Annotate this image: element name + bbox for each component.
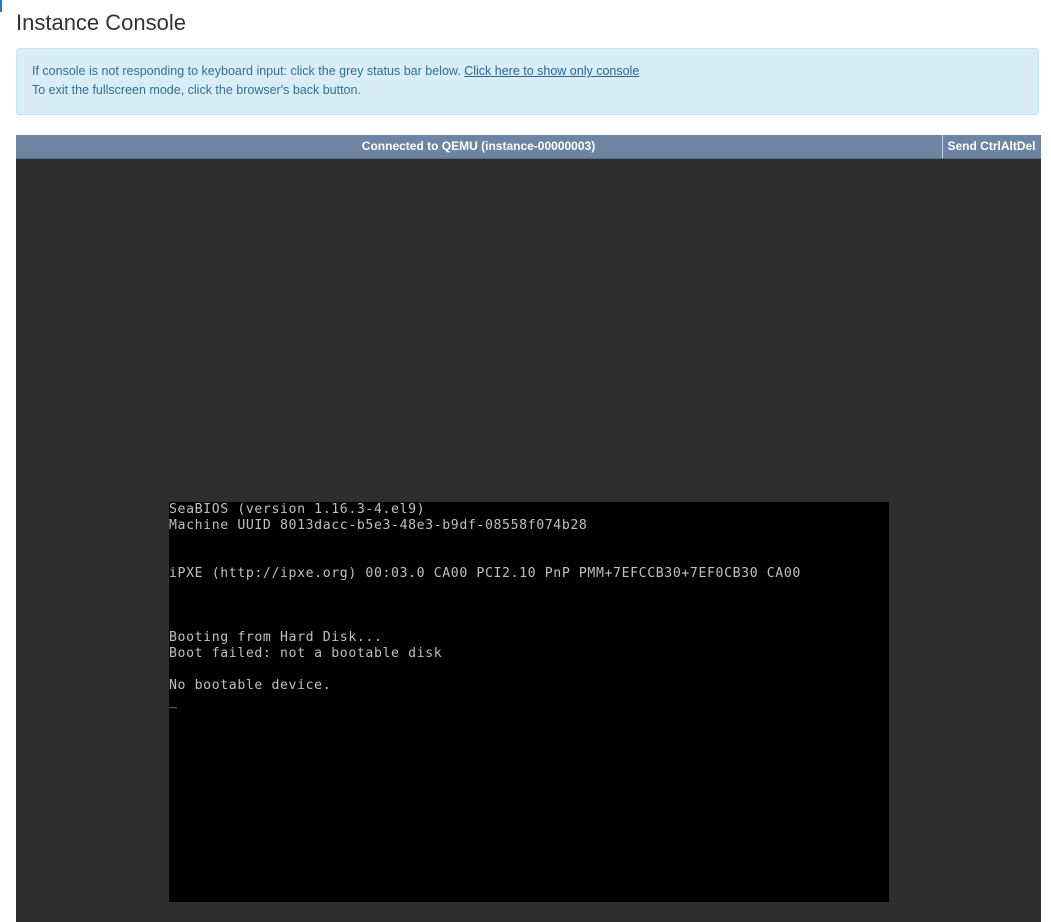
screen-line-5: iPXE (http://ipxe.org) 00:03.0 CA00 PCI2… <box>169 566 801 581</box>
info-keyboard-hint: If console is not responding to keyboard… <box>32 64 461 78</box>
page-title: Instance Console <box>16 10 186 35</box>
vm-screen[interactable]: SeaBIOS (version 1.16.3-4.el9) Machine U… <box>169 502 889 902</box>
screen-line-12: No bootable device. <box>169 678 332 693</box>
screen-cursor: _ <box>169 694 178 709</box>
screen-line-10: Boot failed: not a bootable disk <box>169 646 443 661</box>
screen-line-2: Machine UUID 8013dacc-b5e3-48e3-b9df-085… <box>169 518 588 533</box>
screen-line-9: Booting from Hard Disk... <box>169 630 383 645</box>
info-line-2: To exit the fullscreen mode, click the b… <box>32 83 361 97</box>
screen-line-1: SeaBIOS (version 1.16.3-4.el9) <box>169 502 426 517</box>
console-info-alert: If console is not responding to keyboard… <box>16 48 1039 115</box>
corner-marker <box>0 0 2 12</box>
console-frame[interactable]: Connected to QEMU (instance-00000003) Se… <box>16 135 1041 922</box>
send-ctrl-alt-del-button[interactable]: Send CtrlAltDel <box>942 135 1040 158</box>
console-status-bar[interactable]: Connected to QEMU (instance-00000003) Se… <box>16 135 1041 159</box>
connection-status-text[interactable]: Connected to QEMU (instance-00000003) <box>16 135 941 158</box>
info-line-1: If console is not responding to keyboard… <box>32 62 1023 81</box>
show-only-console-link[interactable]: Click here to show only console <box>464 64 639 78</box>
